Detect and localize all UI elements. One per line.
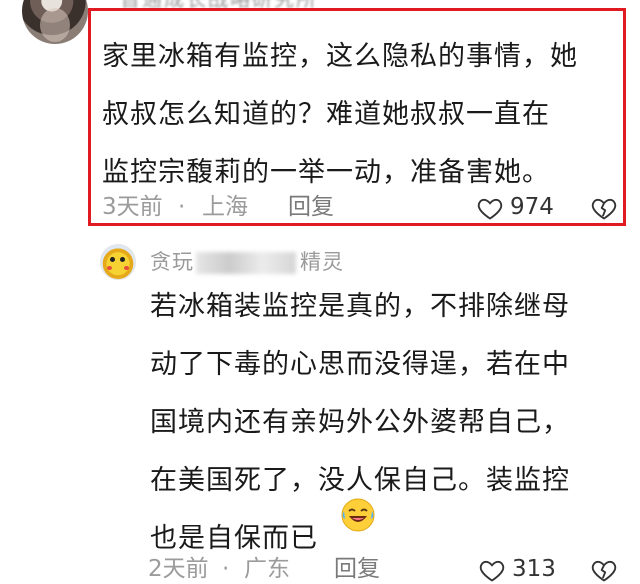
dislike-broken-heart-icon[interactable] [590, 556, 618, 584]
meta-separator: · [178, 194, 186, 220]
like-heart-icon[interactable] [478, 556, 506, 584]
reply-button[interactable]: 回复 [288, 192, 334, 222]
dislike-broken-heart-icon[interactable] [590, 194, 618, 222]
comment-time: 2天前 [148, 556, 209, 582]
like-heart-icon[interactable] [476, 194, 504, 222]
like-count: 313 [512, 556, 556, 582]
comment-location: 广东 [244, 556, 290, 582]
reply-button[interactable]: 回复 [334, 554, 380, 584]
like-count: 974 [510, 194, 554, 220]
username-redaction [196, 252, 296, 274]
comment-text: 家里冰箱有监控，这么隐私的事情，她 叔叔怎么知道的？难道她叔叔一直在 监控宗馥莉… [102, 41, 578, 188]
username-end: 精灵 [300, 250, 344, 274]
commenter-avatar[interactable] [22, 0, 88, 44]
commenter-avatar[interactable] [100, 244, 136, 280]
commenter-username[interactable]: 贪玩 [150, 248, 194, 276]
comment-time: 3天前 [102, 194, 163, 220]
laughing-crying-emoji-icon [341, 498, 375, 532]
username-end-wrapper: 精灵 [300, 248, 344, 276]
username-start: 贪玩 [150, 250, 194, 274]
comment-location: 上海 [202, 194, 248, 220]
comment-text: 若冰箱装监控是真的，不排除继母 动了下毒的心思而没得逞，若在中 国境内还有亲妈外… [150, 291, 570, 554]
meta-separator: · [222, 556, 230, 582]
